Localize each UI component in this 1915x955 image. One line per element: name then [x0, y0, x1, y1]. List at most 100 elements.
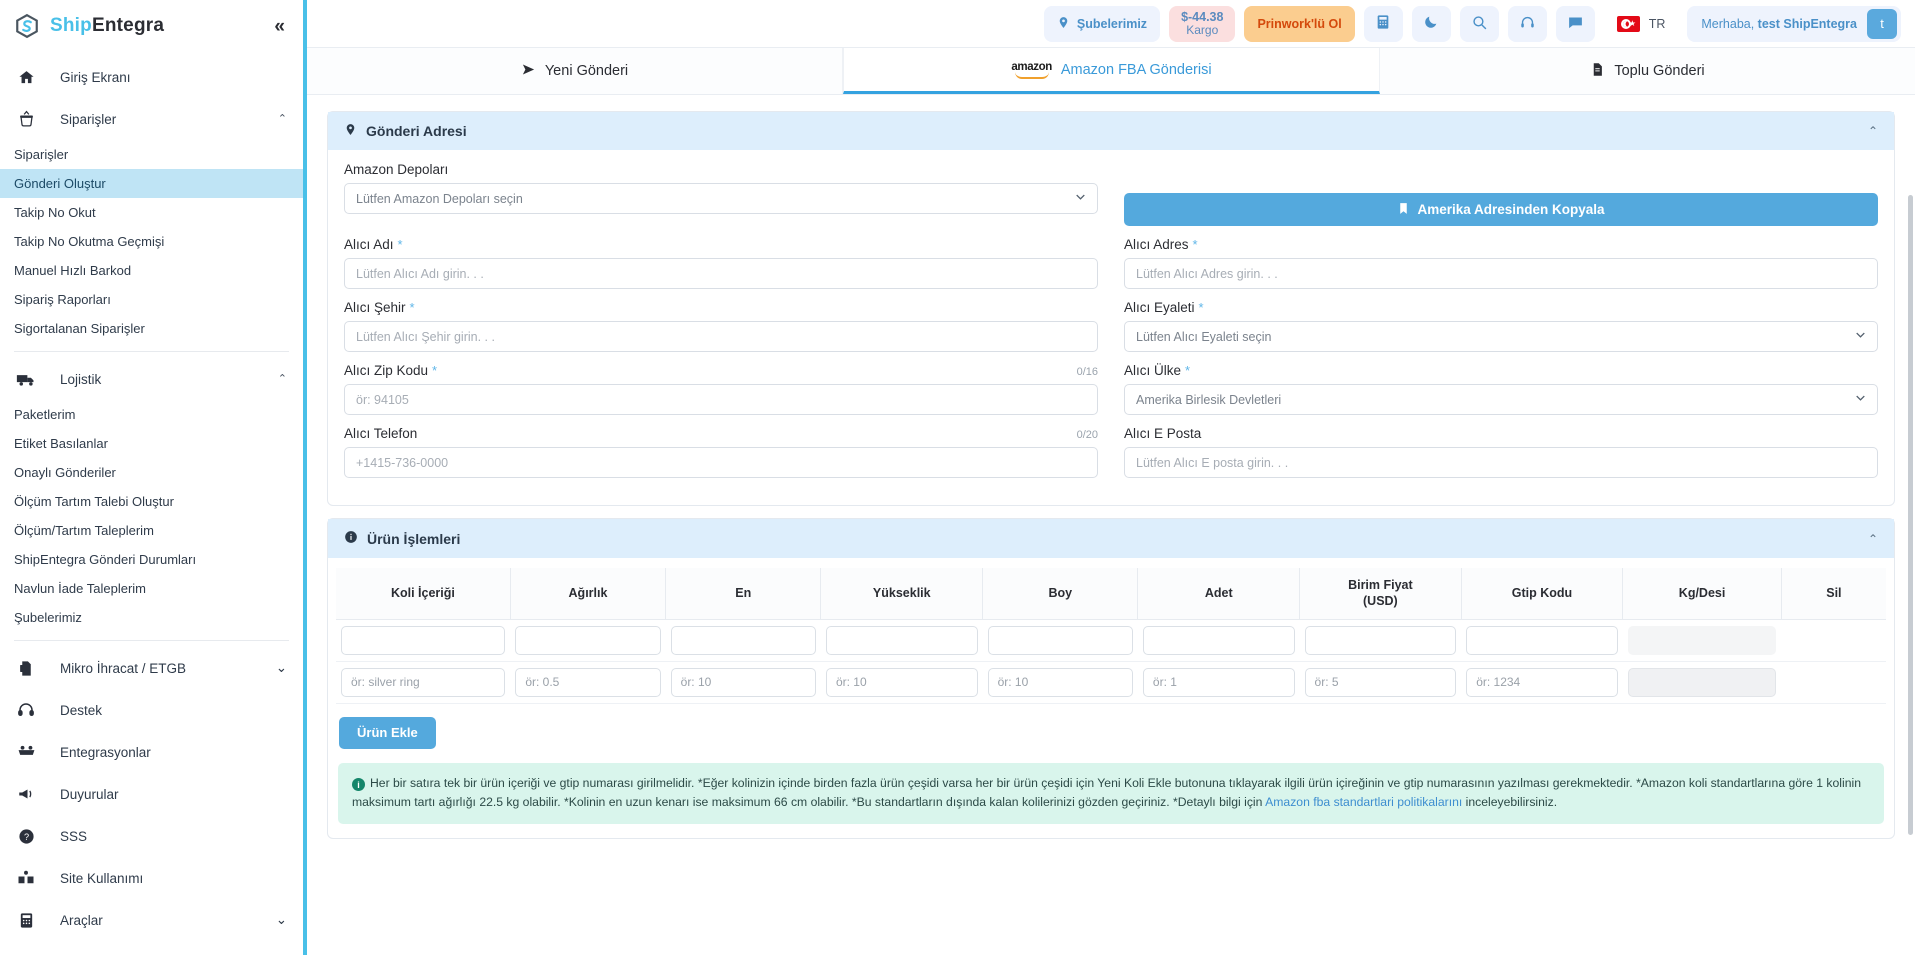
dark-mode-button[interactable]: [1411, 5, 1451, 42]
address-panel: Gönderi Adresi ⌃ Amazon Depoları Lütfen …: [327, 111, 1895, 506]
row2-birim-fiyat-input[interactable]: [1304, 667, 1457, 697]
field-alici-eyaleti-label: Alıcı Eyaleti *: [1124, 300, 1878, 315]
support-button[interactable]: [1507, 5, 1547, 42]
address-panel-header[interactable]: Gönderi Adresi ⌃: [328, 112, 1894, 150]
col-birim-fiyat: Birim Fiyat (USD): [1299, 568, 1462, 620]
sidebar-item-takip-no-okut[interactable]: Takip No Okut: [0, 198, 303, 227]
sidebar-nav: Giriş Ekranı Siparişler ⌃ Siparişler Gön…: [0, 52, 303, 955]
sidebar-item-mikro-ihracat-label: Mikro İhracat / ETGB: [60, 660, 187, 676]
sidebar-item-sss[interactable]: ? SSS: [0, 815, 303, 857]
row2-koli-icerigi-input[interactable]: [341, 667, 506, 697]
branches-button[interactable]: Şubelerimiz: [1043, 5, 1161, 42]
sidebar-item-takip-no-okutma-gecmisi[interactable]: Takip No Okutma Geçmişi: [0, 227, 303, 256]
avatar[interactable]: t: [1867, 8, 1897, 39]
row1-agirlik-input[interactable]: [515, 625, 661, 655]
sidebar-item-sigortalanan-siparisler[interactable]: Sigortalanan Siparişler: [0, 314, 303, 343]
sidebar-item-gonderi-olustur[interactable]: Gönderi Oluştur: [0, 169, 303, 198]
sidebar-item-paketlerim[interactable]: Paketlerim: [0, 400, 303, 429]
row1-adet-input[interactable]: [1142, 625, 1295, 655]
sidebar-item-subelerimiz[interactable]: Şubelerimiz: [0, 603, 303, 632]
label-text: Alıcı Zip Kodu: [344, 363, 429, 378]
row2-adet-input[interactable]: [1142, 667, 1295, 697]
sidebar-item-navlun-iade-taleplerim[interactable]: Navlun İade Taleplerim: [0, 574, 303, 603]
row2-boy-input[interactable]: [987, 667, 1133, 697]
amazon-fba-standards-link[interactable]: Amazon fba standartlari politikalarını: [1265, 795, 1462, 809]
cargo-balance-button[interactable]: $-44.38 Kargo: [1169, 5, 1236, 42]
search-button[interactable]: [1459, 5, 1499, 42]
label-text: Alıcı Eyaleti: [1124, 300, 1195, 315]
amazon-depolari-select[interactable]: Lütfen Amazon Depoları seçin: [344, 183, 1098, 214]
row2-en-input[interactable]: [670, 667, 816, 697]
row1-birim-fiyat-input[interactable]: [1304, 625, 1457, 655]
col-birim-fiyat-line2: (USD): [1363, 594, 1398, 609]
sidebar-group-lojistik-label: Lojistik: [60, 371, 102, 387]
row2-yukseklik-input[interactable]: [825, 667, 978, 697]
cell-agirlik: [510, 661, 666, 704]
chat-button[interactable]: [1555, 5, 1595, 42]
alici-telefon-input[interactable]: [344, 447, 1098, 478]
alici-adres-input[interactable]: [1124, 258, 1878, 289]
row1-delete-cell[interactable]: [1786, 626, 1881, 655]
sidebar-item-shipentegra-gonderi-durumlari[interactable]: ShipEntegra Gönderi Durumları: [0, 545, 303, 574]
moon-icon: [1423, 14, 1439, 33]
sidebar-collapse-icon[interactable]: «: [274, 17, 285, 36]
tab-yeni-gonderi[interactable]: Yeni Gönderi: [307, 48, 843, 94]
sidebar-item-manuel-hizli-barkod[interactable]: Manuel Hızlı Barkod: [0, 256, 303, 285]
form-content: Gönderi Adresi ⌃ Amazon Depoları Lütfen …: [307, 95, 1915, 955]
calculator-button[interactable]: [1363, 5, 1403, 42]
sidebar-item-onayli-gonderiler[interactable]: Onaylı Gönderiler: [0, 458, 303, 487]
sidebar-item-duyurular[interactable]: Duyurular: [0, 773, 303, 815]
user-menu[interactable]: Merhaba, test ShipEntegra t: [1687, 5, 1901, 42]
row2-delete-cell[interactable]: [1786, 668, 1881, 697]
field-alici-ulke-label: Alıcı Ülke *: [1124, 363, 1878, 378]
sidebar-item-home[interactable]: Giriş Ekranı: [0, 56, 303, 98]
alici-adi-input[interactable]: [344, 258, 1098, 289]
location-pin-icon: [344, 123, 357, 139]
vertical-scrollbar[interactable]: [1908, 195, 1913, 835]
sidebar-item-olcum-tartim-taleplerim[interactable]: Ölçüm/Tartım Taleplerim: [0, 516, 303, 545]
row1-en-input[interactable]: [670, 625, 816, 655]
cell-adet: [1137, 619, 1300, 662]
sidebar-item-siparisler[interactable]: Siparişler: [0, 140, 303, 169]
product-panel-header[interactable]: Ürün İşlemleri ⌃: [328, 519, 1894, 558]
sidebar-item-destek[interactable]: Destek: [0, 689, 303, 731]
chevron-up-icon[interactable]: ⌃: [1868, 124, 1878, 138]
tab-amazon-fba-gonderisi[interactable]: amazon Amazon FBA Gönderisi: [843, 48, 1380, 94]
sidebar-item-araclar[interactable]: Araçlar ⌄: [0, 899, 303, 941]
chevron-up-icon[interactable]: ⌃: [1868, 532, 1878, 546]
required-marker: *: [1198, 300, 1204, 315]
headset-icon: [14, 699, 38, 721]
row1-koli-icerigi-input[interactable]: [341, 625, 506, 655]
document-icon: [14, 657, 38, 679]
copy-from-america-button[interactable]: Amerika Adresinden Kopyala: [1124, 193, 1878, 226]
row2-agirlik-input[interactable]: [515, 667, 661, 697]
cell-sil: [1781, 619, 1886, 662]
chevron-down-icon: ⌄: [275, 660, 287, 675]
alici-sehir-input[interactable]: [344, 321, 1098, 352]
row1-gtip-kodu-input[interactable]: [1466, 625, 1618, 655]
integration-icon: [14, 741, 38, 763]
sidebar-group-siparisler[interactable]: Siparişler ⌃: [0, 98, 303, 140]
sidebar-item-mikro-ihracat[interactable]: Mikro İhracat / ETGB ⌄: [0, 647, 303, 689]
row1-boy-input[interactable]: [987, 625, 1133, 655]
add-product-button[interactable]: Ürün Ekle: [339, 716, 436, 749]
sidebar-item-siparis-raporlari[interactable]: Sipariş Raporları: [0, 285, 303, 314]
alici-ulke-select[interactable]: Amerika Birlesik Devletleri: [1124, 384, 1878, 415]
basket-icon: [14, 108, 38, 130]
row2-gtip-kodu-input[interactable]: [1466, 667, 1618, 697]
field-alici-adi-label: Alıcı Adı *: [344, 237, 1098, 252]
sidebar-item-site-kullanimi[interactable]: Site Kullanımı: [0, 857, 303, 899]
tab-toplu-gonderi[interactable]: Toplu Gönderi: [1380, 48, 1915, 94]
language-button[interactable]: TR: [1603, 5, 1679, 42]
sidebar-item-etiket-basilanlar[interactable]: Etiket Basılanlar: [0, 429, 303, 458]
alici-zip-kodu-input[interactable]: [344, 384, 1098, 415]
alici-eyaleti-select[interactable]: Lütfen Alıcı Eyaleti seçin: [1124, 321, 1878, 352]
sidebar-item-entegrasyonlar[interactable]: Entegrasyonlar: [0, 731, 303, 773]
sidebar-group-lojistik[interactable]: Lojistik ⌃: [0, 358, 303, 400]
prinwork-button[interactable]: Prinwork'lü Ol: [1244, 5, 1355, 42]
brand-header: ShipEntegra «: [0, 0, 303, 52]
row1-yukseklik-input[interactable]: [825, 625, 978, 655]
sidebar-item-olcum-tartim-talebi-olustur[interactable]: Ölçüm Tartım Talebi Oluştur: [0, 487, 303, 516]
sidebar-item-e-fatura[interactable]: E-Fatura ⌄: [0, 941, 303, 955]
alici-eposta-input[interactable]: [1124, 447, 1878, 478]
